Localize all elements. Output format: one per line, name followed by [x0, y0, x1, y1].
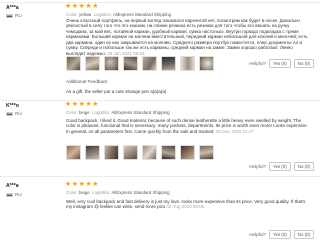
review-photo-thumbnail[interactable] [123, 56, 138, 71]
review-country: RU [6, 111, 22, 117]
helpful-yes-button[interactable]: Yes (0) [269, 162, 291, 172]
review-photo-thumbnail[interactable] [85, 145, 100, 160]
star-icon: ★ [92, 3, 99, 10]
review-photo-thumbnail[interactable] [66, 56, 81, 71]
divider [0, 100, 320, 101]
review-photo-thumbnail[interactable] [199, 145, 214, 160]
review-author: A***a [6, 183, 19, 189]
review-body: Good backpack, I liked it. Good material… [66, 118, 308, 134]
review-author: K***o [6, 103, 19, 109]
review-meta: Color: yellow Logistics: AliExpress Stan… [66, 12, 171, 17]
review-photo-thumbnail[interactable] [161, 56, 176, 71]
rating-stars: ★ ★ ★ ★ ★ [65, 3, 98, 10]
helpful-no-button[interactable]: No (0) [293, 230, 314, 240]
review-date: 06 Dec 2020 01:47 [215, 128, 254, 134]
color-label: Color: [66, 12, 78, 17]
color-value: beige [78, 190, 90, 195]
divider [0, 176, 320, 177]
review-photo-thumbnail[interactable] [85, 56, 100, 71]
review-photo-thumbnail[interactable] [104, 145, 119, 160]
review-photo-thumbnail[interactable] [123, 145, 138, 160]
star-icon: ★ [92, 101, 99, 108]
star-icon: ★ [71, 3, 79, 10]
helpful-controls: Helpful? Yes (0) No (0) [249, 59, 314, 69]
flag-ru-icon [6, 111, 13, 117]
review-photo-thumbnail[interactable] [199, 56, 214, 71]
additional-feedback-text: As a gift, the seller put a cute strange… [66, 89, 167, 94]
logistics-value: AliExpress Standard Shipping [112, 12, 171, 17]
star-icon: ★ [78, 3, 85, 10]
logistics-value: AliExpress Standard Shipping [111, 110, 170, 115]
helpful-no-button[interactable]: No (0) [293, 59, 314, 69]
color-value: yellow [78, 12, 92, 17]
star-icon: ★ [65, 3, 72, 10]
star-icon: ★ [65, 181, 72, 188]
review-photo-thumbnail[interactable] [66, 145, 81, 160]
country-code: RU [15, 111, 22, 116]
logistics-value: AliExpress Standard Shipping [111, 190, 170, 195]
star-icon: ★ [65, 101, 72, 108]
review-photos [66, 145, 214, 160]
review-body: Очень классный портфель, на первый взгля… [66, 18, 308, 56]
review-meta: Color: beige Logistics: AliExpress Stand… [66, 190, 170, 195]
helpful-label: Helpful? [249, 231, 267, 237]
reviews-page: A***a RU ★ ★ ★ ★ ★ Color: yellow Logistics: … [0, 0, 320, 246]
review-author: A***a [6, 5, 19, 11]
logistics-label: Logistics: [92, 190, 111, 195]
review-photo-thumbnail[interactable] [142, 56, 157, 71]
star-icon: ★ [92, 181, 99, 188]
rating-stars: ★ ★ ★ ★ ★ [65, 181, 98, 188]
logistics-label: Logistics: [92, 110, 111, 115]
star-icon: ★ [78, 101, 85, 108]
star-icon: ★ [71, 101, 79, 108]
star-icon: ★ [71, 181, 79, 188]
helpful-yes-button[interactable]: Yes (0) [269, 59, 291, 69]
review-photos [66, 56, 214, 71]
helpful-yes-button[interactable]: Yes (0) [269, 230, 291, 240]
helpful-controls: Helpful? Yes (0) No (0) [249, 162, 314, 172]
country-code: RU [15, 13, 22, 18]
review-photo-thumbnail[interactable] [104, 56, 119, 71]
helpful-controls: Helpful? Yes (0) No (0) [249, 230, 314, 240]
rating-stars: ★ ★ ★ ★ ★ [65, 101, 98, 108]
country-code: RU [15, 192, 22, 197]
review-photo-thumbnail[interactable] [180, 145, 195, 160]
color-label: Color: [66, 190, 78, 195]
helpful-label: Helpful? [249, 60, 267, 66]
helpful-label: Helpful? [249, 163, 267, 169]
star-icon: ★ [85, 181, 92, 188]
review-country: RU [6, 192, 22, 198]
review-photo-thumbnail[interactable] [180, 56, 195, 71]
review-country: RU [6, 13, 22, 19]
star-icon: ★ [85, 101, 92, 108]
divider [0, 2, 320, 3]
review-text: Good backpack, I liked it. Good material… [66, 118, 309, 134]
review-date: 02 Aug 2020 09:06 [166, 204, 205, 210]
review-photo-thumbnail[interactable] [161, 145, 176, 160]
review-photo-thumbnail[interactable] [142, 145, 157, 160]
flag-ru-icon [6, 13, 13, 19]
review-text: Well, very cool backpack and fast delive… [66, 199, 309, 210]
color-value: beige [78, 110, 90, 115]
star-icon: ★ [78, 181, 85, 188]
additional-feedback-title: Additional Feedback [66, 79, 108, 84]
helpful-no-button[interactable]: No (0) [293, 162, 314, 172]
star-icon: ★ [85, 3, 92, 10]
review-text: Очень классный портфель, на первый взгля… [66, 18, 309, 56]
review-meta: Color: beige Logistics: AliExpress Stand… [66, 110, 170, 115]
color-label: Color: [66, 110, 78, 115]
logistics-label: Logistics: [93, 12, 112, 17]
flag-ru-icon [6, 192, 13, 198]
